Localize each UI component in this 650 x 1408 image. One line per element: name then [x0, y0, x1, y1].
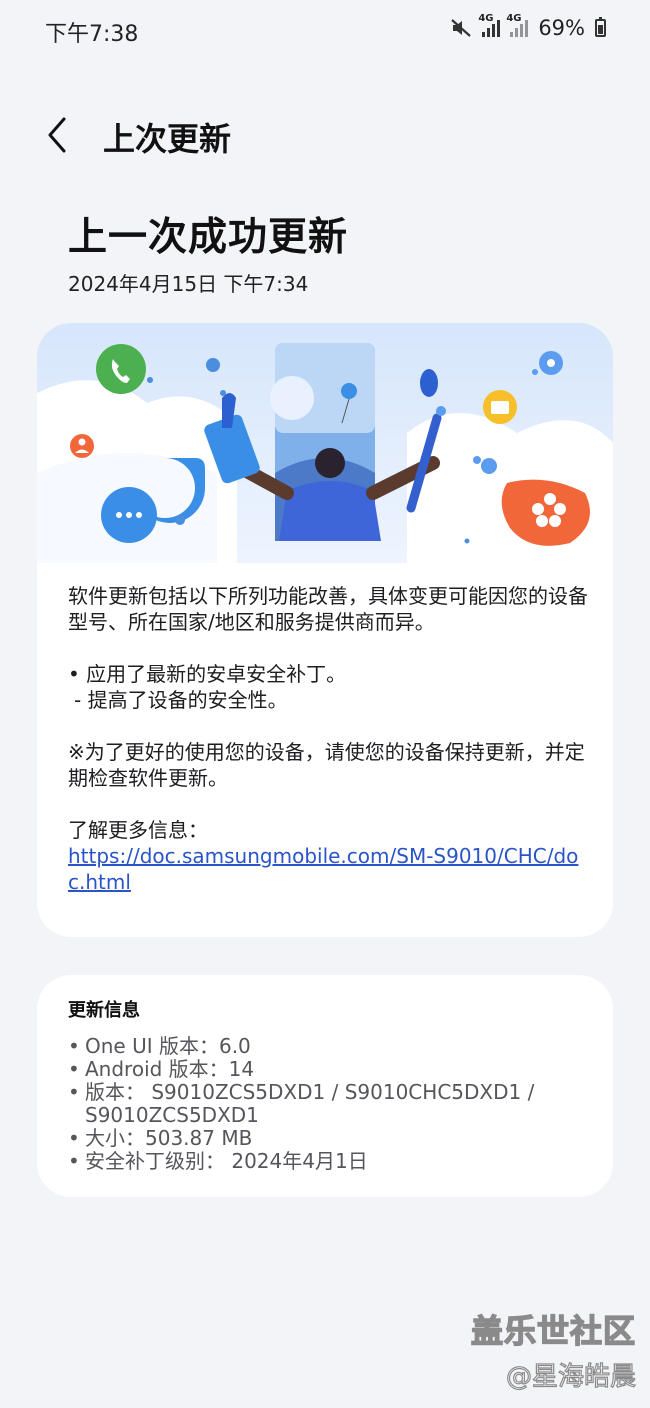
- header-title: 上次更新: [103, 120, 232, 158]
- battery-percent: 69%: [538, 16, 585, 40]
- list-item: • One UI 版本：6.0: [68, 1034, 251, 1058]
- more-info-label: 了解更多信息：: [68, 818, 208, 842]
- bullet-text: • 应用了最新的安卓安全补丁。: [68, 662, 347, 686]
- sub-bullet-text: - 提高了设备的安全性。: [74, 688, 288, 712]
- phone-app-icon: [96, 344, 146, 394]
- signal-icon: 4G: [478, 13, 501, 37]
- page-title: 上一次成功更新: [68, 215, 349, 260]
- update-description: 软件更新包括以下所列功能改善，具体变更可能因您的设备型号、所在国家/地区和服务提…: [68, 583, 588, 895]
- update-info-card: 更新信息 • One UI 版本：6.0 • Android 版本：14 • 版本： …: [37, 975, 613, 1197]
- more-info-link[interactable]: https://doc.samsungmobile.com/SM-S9010/C…: [68, 843, 588, 895]
- intro-text: 软件更新包括以下所列功能改善，具体变更可能因您的设备型号、所在国家/地区和服务提…: [68, 584, 588, 634]
- watermark-author: @星海皓晨: [505, 1361, 636, 1392]
- chevron-left-icon: [48, 117, 66, 153]
- person-head: [315, 448, 345, 478]
- watermark-community: 盖乐世社区: [470, 1311, 636, 1351]
- contacts-app-icon: [70, 434, 94, 458]
- list-item: • 大小：503.87 MB: [68, 1126, 253, 1150]
- info-heading: 更新信息: [68, 1000, 140, 1021]
- list-item: • Android 版本：14: [68, 1057, 255, 1081]
- signal-icon: 4G: [506, 13, 529, 37]
- list-item: • 版本： S9010ZCS5DXD1 / S9010CHC5DXD1 / S90…: [68, 1080, 535, 1127]
- update-illustration: [37, 323, 613, 563]
- status-icons: 4G 4G 69%: [450, 13, 606, 40]
- info-list: • One UI 版本：6.0 • Android 版本：14 • 版本： S9010…: [68, 1035, 588, 1173]
- list-item: • 安全补丁级别： 2024年4月1日: [68, 1149, 368, 1173]
- sun-icon: [270, 376, 314, 420]
- mute-icon: [451, 19, 472, 37]
- update-details-card: 软件更新包括以下所列功能改善，具体变更可能因您的设备型号、所在国家/地区和服务提…: [37, 323, 613, 937]
- status-time: 下午7:38: [45, 22, 139, 47]
- note-text: ※为了更好的使用您的设备，请使您的设备保持更新，并定期检查软件更新。: [68, 740, 585, 790]
- status-bar: 下午7:38 4G 4G 69%: [0, 0, 650, 64]
- battery-icon: [595, 17, 606, 37]
- back-button[interactable]: [40, 115, 76, 155]
- update-date: 2024年4月15日 下午7:34: [68, 272, 309, 296]
